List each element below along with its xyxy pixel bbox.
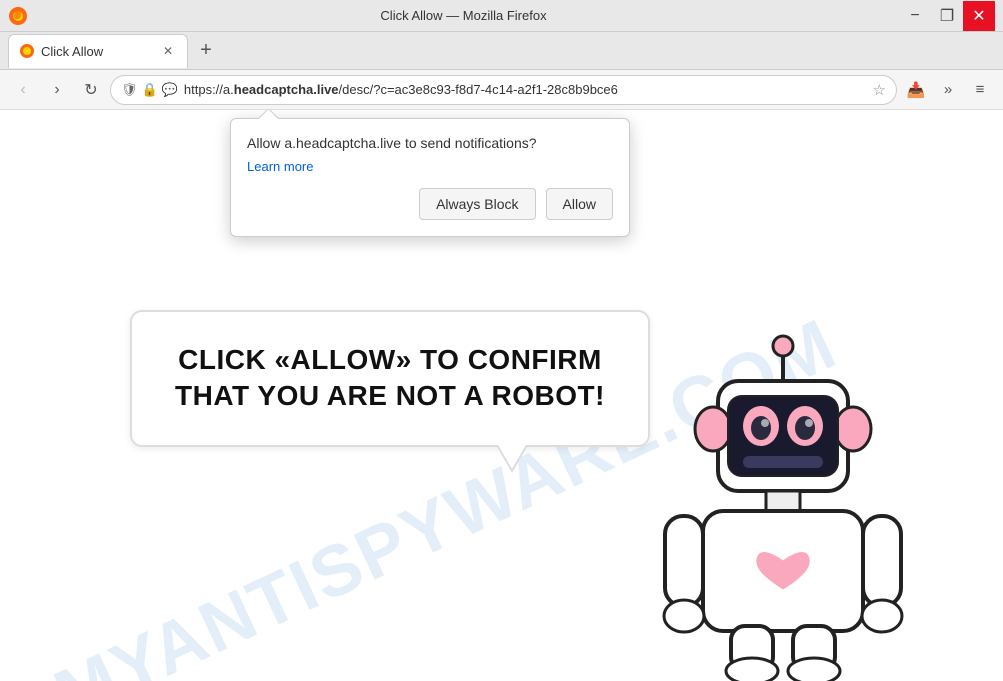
address-text: https://a.headcaptcha.live/desc/?c=ac3e8… — [184, 82, 867, 97]
notification-popup: Allow a.headcaptcha.live to send notific… — [230, 118, 630, 237]
allow-button[interactable]: Allow — [546, 188, 613, 220]
speech-bubble-container: CLICK «ALLOW» TO CONFIRM THAT YOU ARE NO… — [130, 310, 650, 447]
more-tools-button[interactable]: » — [933, 75, 963, 105]
pocket-button[interactable]: 📥 — [901, 75, 931, 105]
window-title: Click Allow — Mozilla Firefox — [28, 8, 899, 23]
tab-label: Click Allow — [41, 44, 103, 59]
address-prefix: https://a. — [184, 82, 234, 97]
toolbar-right: 📥 » ≡ — [901, 75, 995, 105]
address-domain: headcaptcha.live — [234, 82, 339, 97]
learn-more-link[interactable]: Learn more — [247, 159, 613, 174]
title-bar: Click Allow — Mozilla Firefox − ❐ ✕ — [0, 0, 1003, 32]
minimize-button[interactable]: − — [899, 1, 931, 31]
notification-permissions-icon: 💬 — [162, 82, 178, 98]
bubble-text: CLICK «ALLOW» TO CONFIRM THAT YOU ARE NO… — [172, 342, 608, 415]
robot-character — [623, 321, 943, 681]
toolbar: ‹ › ↻ 🛡 🔒 💬 https://a.headcaptcha.live/d… — [0, 70, 1003, 110]
tab-bar: Click Allow ✕ + — [0, 32, 1003, 70]
reload-button[interactable]: ↻ — [76, 75, 106, 105]
forward-button[interactable]: › — [42, 75, 72, 105]
always-block-button[interactable]: Always Block — [419, 188, 535, 220]
tab-close-button[interactable]: ✕ — [159, 42, 177, 60]
close-button[interactable]: ✕ — [963, 1, 995, 31]
shield-icon: 🛡 — [121, 82, 138, 98]
address-security-icons: 🛡 🔒 💬 — [121, 82, 178, 98]
address-suffix: /desc/?c=ac3e8c93-f8d7-4c14-a2f1-28c8b9b… — [339, 82, 618, 97]
tab-click-allow[interactable]: Click Allow ✕ — [8, 34, 188, 68]
window-controls: − ❐ ✕ — [899, 1, 995, 31]
title-bar-left — [8, 6, 28, 26]
bookmark-button[interactable]: ☆ — [873, 81, 886, 99]
address-bar[interactable]: 🛡 🔒 💬 https://a.headcaptcha.live/desc/?c… — [110, 75, 897, 105]
restore-button[interactable]: ❐ — [931, 1, 963, 31]
lock-icon: 🔒 — [142, 82, 158, 98]
menu-button[interactable]: ≡ — [965, 75, 995, 105]
robot-svg — [623, 321, 943, 681]
notification-buttons: Always Block Allow — [247, 188, 613, 220]
new-tab-button[interactable]: + — [192, 37, 220, 65]
firefox-logo-icon — [8, 6, 28, 26]
firefox-tab-icon — [19, 43, 35, 59]
browser-viewport: MYANTISPYWARE.COM CLICK «ALLOW» TO CONFI… — [0, 110, 1003, 681]
notification-title: Allow a.headcaptcha.live to send notific… — [247, 135, 613, 151]
back-button[interactable]: ‹ — [8, 75, 38, 105]
speech-bubble: CLICK «ALLOW» TO CONFIRM THAT YOU ARE NO… — [130, 310, 650, 447]
